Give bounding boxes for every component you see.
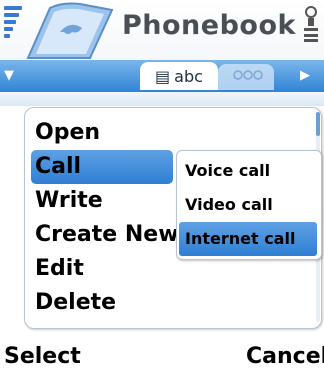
tab-scroll-right-icon[interactable]: ▶ bbox=[300, 68, 310, 83]
submenu-item-voice-call[interactable]: Voice call bbox=[179, 154, 317, 188]
tab-scroll-left-icon[interactable]: ▼ bbox=[4, 68, 14, 83]
cancel-softkey[interactable]: Cancel bbox=[246, 344, 324, 369]
groups-icon bbox=[233, 70, 263, 80]
battery-icon bbox=[304, 6, 318, 42]
phonebook-app-icon bbox=[26, 2, 114, 59]
submenu-item-internet-call[interactable]: Internet call bbox=[179, 222, 317, 256]
search-strip bbox=[0, 92, 324, 106]
menu-item-delete[interactable]: Delete bbox=[31, 286, 116, 320]
tab-abc[interactable]: ▤ abc bbox=[140, 62, 218, 90]
menu-item-write[interactable]: Write bbox=[31, 184, 103, 218]
title-header: Phonebook bbox=[0, 0, 324, 60]
softkey-bar: Select Cancel bbox=[0, 340, 324, 376]
menu-item-edit[interactable]: Edit bbox=[31, 252, 84, 286]
select-softkey[interactable]: Select bbox=[4, 344, 81, 369]
signal-strength-icon bbox=[4, 4, 24, 44]
menu-item-open[interactable]: Open bbox=[31, 116, 100, 150]
app-title: Phonebook bbox=[122, 10, 296, 41]
submenu-item-video-call[interactable]: Video call bbox=[179, 188, 317, 222]
phone-screen: Phonebook ▼ ▤ abc ▶ Open Call Write Crea… bbox=[0, 0, 324, 376]
tab-abc-label: abc bbox=[174, 66, 203, 86]
tab-groups[interactable] bbox=[218, 64, 274, 90]
contact-card-icon: ▤ bbox=[155, 66, 171, 86]
tab-bar: ▼ ▤ abc ▶ bbox=[0, 60, 324, 92]
menu-item-create-new[interactable]: Create New bbox=[31, 218, 185, 252]
call-submenu: Voice call Video call Internet call bbox=[176, 150, 322, 260]
menu-item-call[interactable]: Call bbox=[31, 150, 173, 184]
